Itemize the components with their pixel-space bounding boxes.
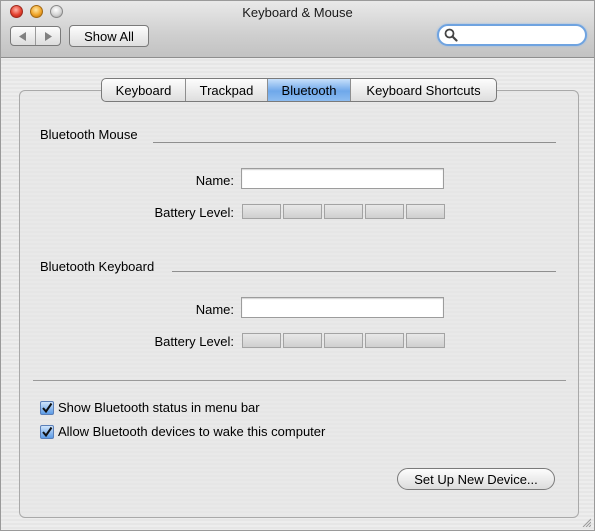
battery-segment: [242, 333, 281, 348]
forward-button[interactable]: [35, 27, 60, 45]
window-title: Keyboard & Mouse: [242, 5, 353, 20]
mouse-battery-indicator: [242, 204, 445, 219]
keyboard-section-divider: [172, 271, 556, 272]
keyboard-section-heading: Bluetooth Keyboard: [40, 259, 155, 274]
battery-segment: [283, 204, 322, 219]
tab-keyboard-shortcuts[interactable]: Keyboard Shortcuts: [350, 79, 496, 101]
battery-segment: [324, 204, 363, 219]
battery-segment: [242, 204, 281, 219]
battery-segment: [365, 204, 404, 219]
checkmark-icon: [42, 402, 53, 413]
show-all-button[interactable]: Show All: [69, 25, 149, 47]
checkmark-icon: [42, 426, 53, 437]
battery-segment: [365, 333, 404, 348]
mouse-battery-label: Battery Level:: [154, 205, 235, 220]
tab-bar: Keyboard Trackpad Bluetooth Keyboard Sho…: [101, 78, 497, 102]
set-up-new-device-button[interactable]: Set Up New Device...: [397, 468, 555, 490]
show-status-checkbox[interactable]: [40, 400, 54, 415]
keyboard-battery-label: Battery Level:: [154, 334, 235, 349]
battery-segment: [283, 333, 322, 348]
tab-keyboard[interactable]: Keyboard: [102, 79, 185, 101]
mouse-section-divider: [153, 142, 556, 143]
search-input[interactable]: [461, 26, 583, 46]
show-status-checkbox-row[interactable]: Show Bluetooth status in menu bar: [40, 400, 260, 415]
mouse-section-heading: Bluetooth Mouse: [40, 127, 138, 142]
options-divider: [33, 380, 566, 381]
back-arrow-icon: [19, 31, 26, 41]
forward-arrow-icon: [45, 31, 52, 41]
search-field[interactable]: [437, 24, 587, 46]
back-button[interactable]: [11, 27, 35, 45]
title-bar: Keyboard & Mouse Show All: [1, 1, 594, 58]
battery-segment: [406, 204, 445, 219]
resize-grip-icon[interactable]: [581, 517, 591, 527]
keyboard-battery-indicator: [242, 333, 445, 348]
mouse-name-label: Name:: [195, 173, 234, 188]
allow-wake-label: Allow Bluetooth devices to wake this com…: [58, 424, 326, 439]
search-icon: [444, 28, 458, 42]
allow-wake-checkbox-row[interactable]: Allow Bluetooth devices to wake this com…: [40, 424, 325, 439]
mouse-name-field[interactable]: [241, 168, 444, 189]
allow-wake-checkbox[interactable]: [40, 424, 54, 439]
preferences-window: Keyboard & Mouse Show All Keyboard Track…: [0, 0, 595, 531]
keyboard-name-label: Name:: [195, 302, 234, 317]
battery-segment: [406, 333, 445, 348]
back-forward-control: [10, 26, 61, 46]
tab-trackpad[interactable]: Trackpad: [185, 79, 267, 101]
tab-bluetooth[interactable]: Bluetooth: [267, 79, 350, 101]
battery-segment: [324, 333, 363, 348]
show-status-label: Show Bluetooth status in menu bar: [58, 400, 260, 415]
keyboard-name-field[interactable]: [241, 297, 444, 318]
